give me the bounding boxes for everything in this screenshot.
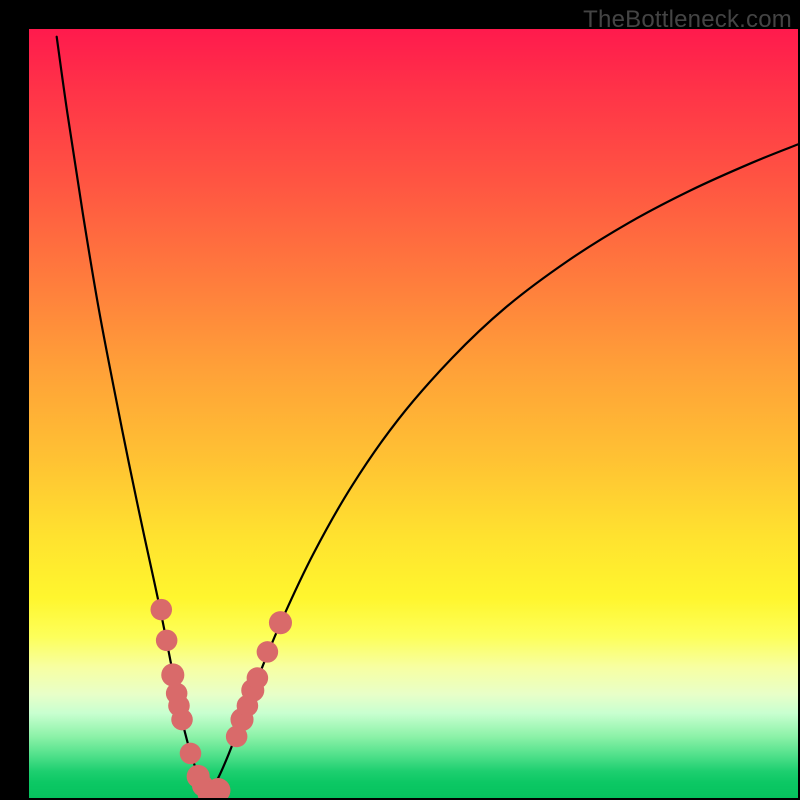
marker-dot bbox=[151, 599, 173, 621]
marker-dot bbox=[180, 743, 202, 765]
curve-right-branch bbox=[208, 144, 798, 795]
marker-dot bbox=[161, 663, 184, 686]
curve-layer bbox=[29, 29, 798, 798]
plot-area bbox=[29, 29, 798, 798]
marker-dot bbox=[247, 667, 269, 689]
watermark-text: TheBottleneck.com bbox=[583, 6, 792, 34]
curve-left-branch bbox=[57, 37, 208, 795]
marker-dot bbox=[171, 709, 193, 731]
marker-dot bbox=[257, 641, 279, 663]
marker-dot bbox=[269, 611, 292, 634]
marker-dot bbox=[156, 630, 178, 652]
chart-frame: TheBottleneck.com bbox=[0, 0, 800, 800]
